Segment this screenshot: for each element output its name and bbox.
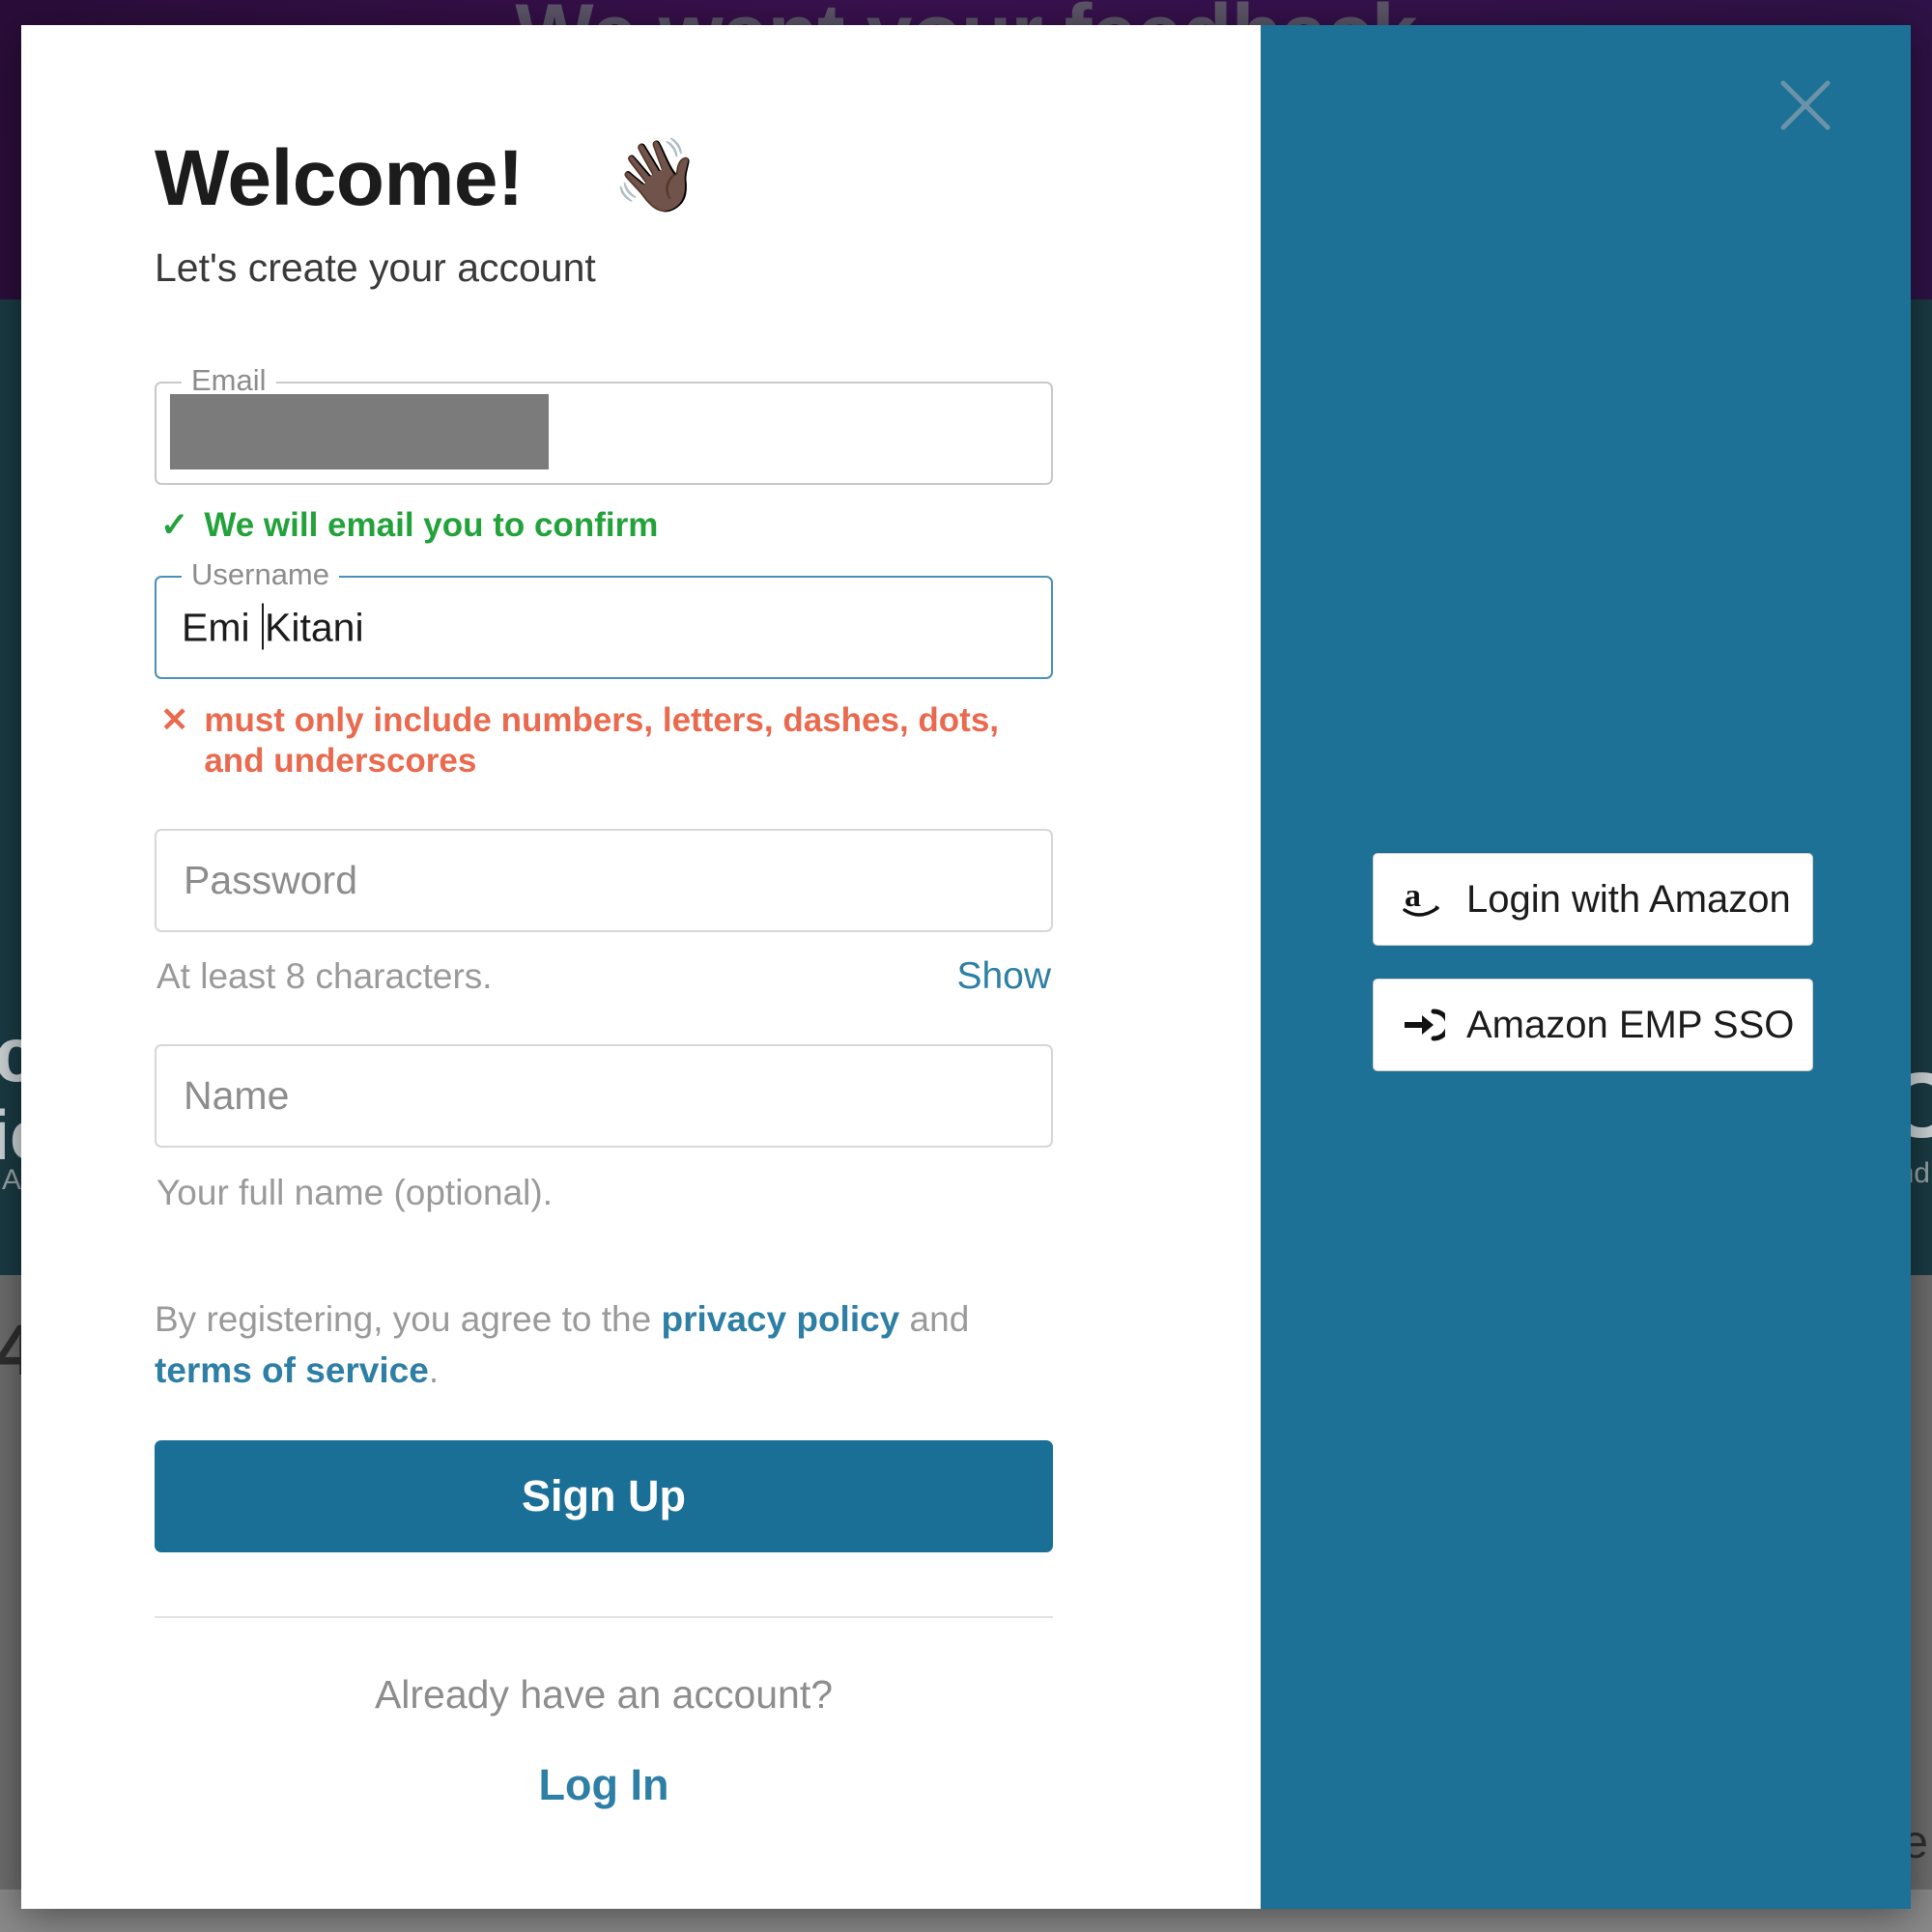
amazon-emp-sso-label: Amazon EMP SSO <box>1466 1003 1795 1046</box>
password-helper-row: At least 8 characters. Show <box>155 955 1053 998</box>
name-placeholder: Name <box>184 1073 290 1119</box>
terms-middle: and <box>899 1299 970 1340</box>
signup-form-panel: Welcome! 👋🏿 Let's create your account Em… <box>21 25 1261 1909</box>
page-subtitle: Let's create your account <box>155 245 596 290</box>
username-field-label: Username <box>182 558 339 589</box>
username-value-before-caret: Emi <box>182 605 261 650</box>
password-placeholder: Password <box>184 858 358 903</box>
already-have-account-text: Already have an account? <box>374 1672 834 1718</box>
amazon-logo-icon: a <box>1401 877 1445 922</box>
svg-text:a: a <box>1405 878 1421 914</box>
sso-button-group: a Login with Amazon Amazon EMP SSO <box>1373 853 1813 1071</box>
login-with-amazon-button[interactable]: a Login with Amazon <box>1373 853 1813 946</box>
footer-divider <box>155 1616 1053 1619</box>
terms-of-service-link[interactable]: terms of service <box>155 1350 429 1390</box>
amazon-emp-sso-button[interactable]: Amazon EMP SSO <box>1373 979 1813 1071</box>
waving-hand-icon: 👋🏿 <box>611 135 701 215</box>
terms-text: By registering, you agree to the privacy… <box>155 1294 1029 1396</box>
name-input[interactable]: Name <box>155 1044 1053 1149</box>
name-helper-text: Your full name (optional). <box>156 1173 553 1213</box>
sso-panel: a Login with Amazon Amazon EMP SSO <box>1261 25 1911 1909</box>
email-confirm-text: We will email you to confirm <box>204 506 659 544</box>
password-helper-text: At least 8 characters. <box>156 956 493 997</box>
email-value-redacted <box>170 394 549 469</box>
username-field[interactable]: Username Emi Kitani <box>155 558 1053 679</box>
sign-in-arrow-icon <box>1401 1003 1445 1047</box>
text-caret <box>262 603 264 650</box>
email-confirm-message: ✓ We will email you to confirm <box>160 505 1053 547</box>
email-field[interactable]: Email <box>155 365 1053 485</box>
username-value: Emi Kitani <box>182 603 364 651</box>
close-modal-button[interactable] <box>1776 75 1835 135</box>
signup-modal: Welcome! 👋🏿 Let's create your account Em… <box>21 25 1911 1909</box>
page-title: Welcome! <box>155 134 524 222</box>
username-error-text: must only include numbers, letters, dash… <box>204 700 1000 781</box>
modal-header: Welcome! 👋🏿 <box>155 139 1261 218</box>
privacy-policy-link[interactable]: privacy policy <box>661 1299 899 1339</box>
cross-icon: ✕ <box>160 700 189 739</box>
close-icon <box>1780 80 1831 130</box>
login-with-amazon-label: Login with Amazon <box>1466 877 1791 921</box>
sign-up-button[interactable]: Sign Up <box>155 1440 1053 1553</box>
password-input[interactable]: Password <box>155 829 1053 933</box>
signup-form: Email ✓ We will email you to confirm Use… <box>155 365 1053 1810</box>
log-in-link[interactable]: Log In <box>155 1760 1053 1810</box>
check-icon: ✓ <box>160 506 189 544</box>
email-field-label: Email <box>182 365 276 395</box>
show-password-link[interactable]: Show <box>956 955 1051 998</box>
terms-prefix: By registering, you agree to the <box>155 1299 662 1340</box>
username-value-after-caret: Kitani <box>265 605 364 650</box>
terms-suffix: . <box>428 1350 440 1390</box>
username-error-message: ✕ must only include numbers, letters, da… <box>160 700 1053 782</box>
